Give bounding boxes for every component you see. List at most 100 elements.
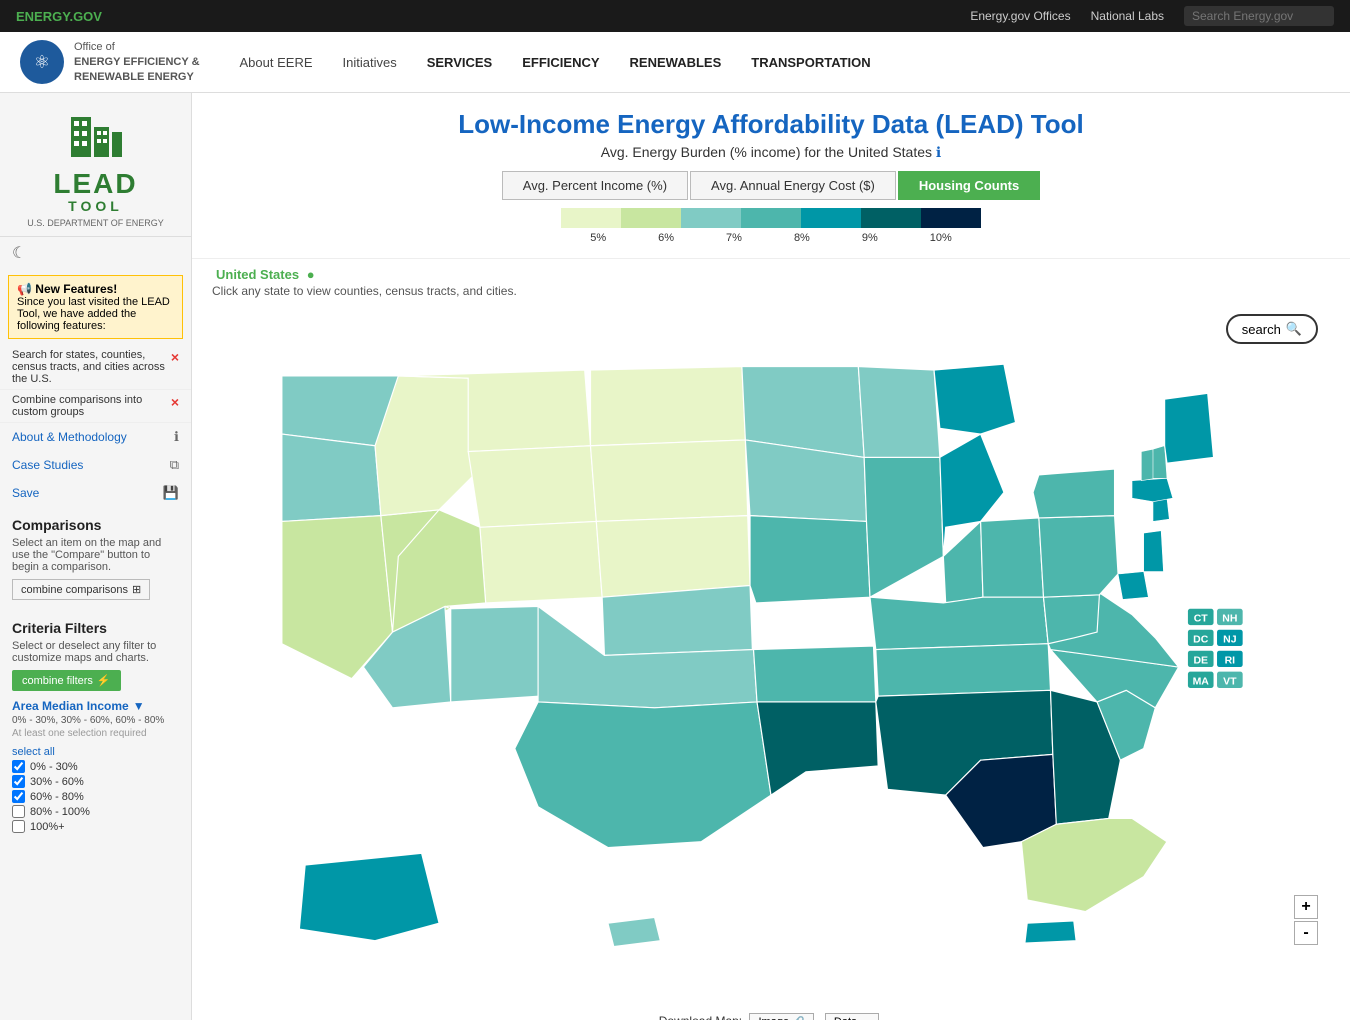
feature-item-2: Combine comparisons into custom groups × xyxy=(0,390,191,423)
state-md[interactable] xyxy=(1118,572,1148,600)
state-ks[interactable] xyxy=(602,586,752,656)
checkbox-100plus-input[interactable] xyxy=(12,820,25,833)
state-ct[interactable] xyxy=(1153,498,1169,521)
filter-area-median: Area Median Income ▼ 0% - 30%, 30% - 60%… xyxy=(12,699,179,833)
state-wi[interactable] xyxy=(858,367,940,458)
nav-efficiency[interactable]: EFFICIENCY xyxy=(522,55,599,70)
tab-pct-income[interactable]: Avg. Percent Income (%) xyxy=(502,171,688,200)
combine-comparisons-button[interactable]: combine comparisons ⊞ xyxy=(12,579,150,600)
download-row: Download Map: Image 🔗 Data ☁ xyxy=(212,1005,1330,1020)
page-title: Low-Income Energy Affordability Data (LE… xyxy=(212,109,1330,140)
nav-about[interactable]: About EERE xyxy=(240,55,313,70)
state-nd[interactable] xyxy=(590,367,745,446)
map-search-button[interactable]: search 🔍 xyxy=(1226,314,1318,344)
location-text: United States xyxy=(216,267,299,282)
state-tn[interactable] xyxy=(876,644,1051,696)
tab-annual-cost[interactable]: Avg. Annual Energy Cost ($) xyxy=(690,171,896,200)
state-oh[interactable] xyxy=(981,518,1044,597)
close-feature-1[interactable]: × xyxy=(171,349,179,365)
state-tx[interactable] xyxy=(515,702,771,848)
state-ar[interactable] xyxy=(754,646,876,702)
top-search-input[interactable] xyxy=(1184,6,1334,26)
state-in[interactable] xyxy=(943,521,983,603)
download-image-button[interactable]: Image 🔗 xyxy=(749,1013,813,1020)
state-id[interactable] xyxy=(375,376,480,516)
data-tabs: Avg. Percent Income (%) Avg. Annual Ener… xyxy=(212,171,1330,200)
state-nm[interactable] xyxy=(451,606,541,701)
checkbox-80-100[interactable]: 80% - 100% xyxy=(12,805,179,818)
offices-link[interactable]: Energy.gov Offices xyxy=(970,9,1070,23)
legend-bar-3 xyxy=(681,208,741,228)
ne-label-ri: RI xyxy=(1225,656,1236,667)
filter-title-ami[interactable]: Area Median Income ▼ xyxy=(12,699,179,713)
nav-initiatives[interactable]: Initiatives xyxy=(343,55,397,70)
state-or[interactable] xyxy=(282,434,381,521)
state-fl[interactable] xyxy=(1021,818,1167,911)
sidebar-case-studies-link[interactable]: Case Studies ⧉ xyxy=(0,451,191,479)
usdoe-text: U.S. DEPARTMENT OF ENERGY xyxy=(10,218,181,228)
state-nj[interactable] xyxy=(1144,531,1164,572)
state-pa[interactable] xyxy=(1039,516,1118,598)
legend xyxy=(212,208,1330,228)
search-icon: 🔍 xyxy=(1286,321,1302,337)
state-wy[interactable] xyxy=(468,446,596,528)
state-mi-upper[interactable] xyxy=(934,364,1016,434)
site-name[interactable]: ENERGY.GOV xyxy=(16,9,102,24)
checkbox-0-30-input[interactable] xyxy=(12,760,25,773)
legend-label-7: 7% xyxy=(726,232,742,244)
nav-transportation[interactable]: TRANSPORTATION xyxy=(751,55,870,70)
copy-icon: ⧉ xyxy=(170,457,179,473)
combine-filters-button[interactable]: combine filters ⚡ xyxy=(12,670,121,691)
checkbox-100plus[interactable]: 100%+ xyxy=(12,820,179,833)
state-ky[interactable] xyxy=(870,597,1048,649)
state-me[interactable] xyxy=(1165,393,1214,463)
top-bar: ENERGY.GOV Energy.gov Offices National L… xyxy=(0,0,1350,32)
state-ny[interactable] xyxy=(1033,469,1115,518)
state-pr[interactable] xyxy=(1025,921,1076,943)
tool-text: TOOL xyxy=(10,198,181,214)
subtitle-text: Avg. Energy Burden (% income) for the Un… xyxy=(601,144,932,160)
state-sd[interactable] xyxy=(590,440,747,522)
labs-link[interactable]: National Labs xyxy=(1091,9,1164,23)
state-ma[interactable] xyxy=(1132,478,1173,501)
select-all-link[interactable]: select all xyxy=(12,746,55,758)
state-il[interactable] xyxy=(864,457,943,597)
tab-housing-counts[interactable]: Housing Counts xyxy=(898,171,1040,200)
new-features-desc: Since you last visited the LEAD Tool, we… xyxy=(17,296,174,332)
download-data-text: Data xyxy=(834,1016,857,1020)
checkbox-80-100-input[interactable] xyxy=(12,805,25,818)
close-feature-2[interactable]: × xyxy=(171,394,179,410)
nav-renewables[interactable]: RENEWABLES xyxy=(630,55,722,70)
state-hi[interactable] xyxy=(608,917,660,946)
ne-label-nh: NH xyxy=(1222,614,1237,625)
sidebar-about-link[interactable]: About & Methodology ℹ xyxy=(0,423,191,451)
checkbox-30-60[interactable]: 30% - 60% xyxy=(12,775,179,788)
map-container[interactable]: search 🔍 xyxy=(212,306,1330,1005)
checkbox-30-60-input[interactable] xyxy=(12,775,25,788)
zoom-in-button[interactable]: + xyxy=(1294,895,1318,919)
sidebar-save-link[interactable]: Save 💾 xyxy=(0,479,191,507)
ami-subtitle: 0% - 30%, 30% - 60%, 60% - 80% xyxy=(12,715,179,726)
state-ne[interactable] xyxy=(596,516,750,598)
subtitle-info-icon[interactable]: ℹ xyxy=(936,144,941,160)
checkbox-60-80[interactable]: 60% - 80% xyxy=(12,790,179,803)
state-la[interactable] xyxy=(757,702,878,795)
download-data-button[interactable]: Data ☁ xyxy=(825,1013,879,1020)
checkbox-0-30[interactable]: 0% - 30% xyxy=(12,760,179,773)
org-name: ENERGY EFFICIENCY &RENEWABLE ENERGY xyxy=(74,56,200,83)
org-label: Office of xyxy=(74,41,200,53)
checkbox-60-80-input[interactable] xyxy=(12,790,25,803)
state-co[interactable] xyxy=(480,521,602,603)
info-icon: ℹ xyxy=(174,429,179,445)
site-nav: About EERE Initiatives SERVICES EFFICIEN… xyxy=(240,55,871,70)
state-ak[interactable] xyxy=(299,853,439,940)
sidebar: LEAD TOOL U.S. DEPARTMENT OF ENERGY ☾ 📢 … xyxy=(0,93,192,1020)
about-link-text: About & Methodology xyxy=(12,430,127,444)
checkbox-60-80-label: 60% - 80% xyxy=(30,791,84,803)
state-mo[interactable] xyxy=(750,516,870,603)
zoom-out-button[interactable]: - xyxy=(1294,921,1318,945)
us-map-svg[interactable]: CT NH DC NJ DE RI MA VT xyxy=(212,306,1330,1005)
dark-mode-icon[interactable]: ☾ xyxy=(0,237,191,269)
nav-services[interactable]: SERVICES xyxy=(427,55,493,70)
checkbox-80-100-label: 80% - 100% xyxy=(30,806,90,818)
